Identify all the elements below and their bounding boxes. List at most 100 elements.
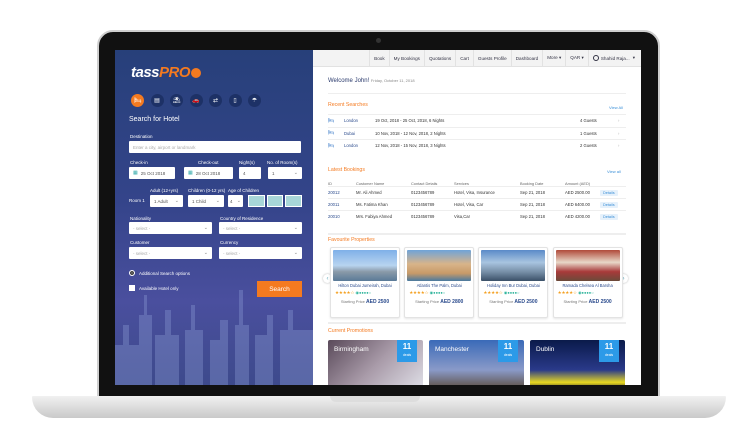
search-button[interactable]: Search [257, 281, 302, 297]
recent-search-row[interactable]: 🛏 London 19 Oct, 2018 - 25 Oct, 2018, 6 Ni… [328, 114, 626, 126]
customer-select[interactable]: - select - ⌄ [129, 247, 212, 259]
recent-dates: 12 Nov, 2018 - 15 Nov, 2018, 3 Nights [375, 143, 446, 148]
booking-id[interactable]: 20010 [328, 214, 356, 219]
visa-icon[interactable]: ▯ [228, 94, 242, 107]
available-only-label: Available Hotel only [139, 286, 179, 291]
property-card[interactable]: Atlantis The Palm, Dubai ★★★★☆ ◉●●●●○ Star… [404, 247, 475, 318]
favourites-title: Favourite Properties [328, 237, 375, 243]
app-screen: tassPRO 🛏 ▤ ⛱ 🚗 ⇄ ▯ ☂ Search for Hotel Destina… [115, 50, 641, 385]
checkout-input[interactable]: ▦ 28 Oct 2018 [184, 167, 233, 179]
recent-city[interactable]: Dubai [344, 131, 375, 136]
booking-date: Sep 21, 2018 [520, 190, 545, 195]
deal-count: 11 [402, 342, 412, 351]
deal-unit: deals [604, 353, 614, 357]
search-panel: tassPRO 🛏 ▤ ⛱ 🚗 ⇄ ▯ ☂ Search for Hotel Destina… [115, 50, 313, 385]
user-name: Shahid Raja... [600, 55, 630, 61]
promotion-city: Birmingham [334, 346, 369, 353]
property-card[interactable]: Holiday Inn Bur Dubai, Dubai ★★★★☆ ◉●●●●○… [478, 247, 549, 318]
services: Visa,Car [454, 214, 470, 219]
booking-id[interactable]: 20012 [328, 190, 356, 195]
nights-label: Night(s) [239, 160, 255, 165]
booking-id[interactable]: 20011 [328, 202, 356, 207]
nav-item[interactable]: My Bookings [388, 50, 424, 66]
rooms-label: No. of Room(s) [267, 160, 298, 165]
details-button[interactable]: Details [600, 189, 618, 196]
property-name[interactable]: Ramada Chelsea Al Barsha [554, 283, 622, 288]
property-name[interactable]: Holiday Inn Bur Dubai, Dubai [479, 283, 547, 288]
starting-price: Starting Price AED 2800 [405, 299, 473, 305]
adult-select[interactable]: 1 Adult ⌄ [150, 195, 183, 207]
booking-date: Sep 21, 2018 [520, 214, 545, 219]
recent-city[interactable]: London [344, 143, 375, 148]
deal-badge: 11 deals [498, 340, 518, 362]
divider [328, 322, 626, 324]
user-menu[interactable]: Shahid Raja... ▾ [587, 50, 641, 66]
nav-item[interactable]: Quotations [423, 50, 455, 66]
recent-search-row[interactable]: 🛏 Dubai 10 Nov, 2018 - 12 Nov, 2018, 2 Nig… [328, 126, 626, 139]
nav-item[interactable]: Guests Profile [472, 50, 511, 66]
chevron-right-icon: › [618, 130, 620, 136]
bookings-view-all-link[interactable]: View all [607, 169, 621, 174]
service-tabs: 🛏 ▤ ⛱ 🚗 ⇄ ▯ ☂ [131, 94, 261, 107]
promotion-card[interactable]: Birmingham 11 deals [328, 340, 423, 385]
insurance-icon[interactable]: ☂ [248, 94, 261, 107]
recent-search-row[interactable]: 🛏 London 12 Nov, 2018 - 15 Nov, 2018, 3 Ni… [328, 139, 626, 151]
promotion-city: Manchester [435, 346, 469, 353]
destination-input[interactable]: Enter a city, airport or landmark [129, 141, 301, 153]
residence-select[interactable]: - select - ⌄ [219, 222, 302, 234]
starting-price: Starting Price AED 2500 [331, 299, 399, 305]
age-select[interactable]: 4 ⌄ [228, 195, 243, 207]
hotel-icon[interactable]: 🛏 [131, 94, 144, 107]
property-name[interactable]: Atlantis The Palm, Dubai [405, 283, 473, 288]
rooms-select[interactable]: 1 ⌄ [268, 167, 302, 179]
column-header: Customer Name [356, 180, 385, 186]
car-icon[interactable]: 🚗 [189, 94, 203, 107]
nationality-select[interactable]: - select - ⌄ [129, 222, 212, 234]
nav-item[interactable]: Book [369, 50, 388, 66]
promotion-card[interactable]: Manchester 11 deals [429, 340, 524, 385]
available-only-checkbox[interactable] [129, 285, 135, 291]
amount: AED 2500.00 [565, 190, 590, 195]
promotion-card[interactable]: Dublin 11 deals [530, 340, 625, 385]
nights-input[interactable]: 4 [239, 167, 261, 179]
checkout-label: Check-out [198, 160, 219, 165]
camera [376, 38, 381, 43]
booking-row: 20012 Mr. Ali Ahmed 0123456789 Hotel, Visa,… [328, 186, 626, 198]
chevron-down-icon: ⌄ [203, 225, 208, 231]
property-name[interactable]: Hilton Dubai Jumeirah, Dubai [331, 283, 399, 288]
property-card[interactable]: Ramada Chelsea Al Barsha ★★★★☆ ◉●●●●○ Star… [552, 247, 623, 318]
transfer-icon[interactable]: ⇄ [209, 94, 222, 107]
property-image [555, 250, 620, 281]
property-card[interactable]: Hilton Dubai Jumeirah, Dubai ★★★★☆ ◉●●●●○… [330, 247, 400, 318]
recent-dates: 10 Nov, 2018 - 12 Nov, 2018, 2 Nights [375, 130, 446, 136]
price-value: AED 2800 [440, 299, 464, 305]
adult-label: Adult (12+yrs) [150, 188, 179, 193]
checkin-input[interactable]: ▦ 25 Oct 2018 [129, 167, 175, 179]
logo[interactable]: tassPRO [131, 64, 202, 81]
age-box[interactable] [248, 195, 265, 207]
nav-item[interactable]: QAR ▾ [565, 50, 588, 66]
child-select[interactable]: 1 Child ⌄ [188, 195, 224, 207]
age-box[interactable] [267, 195, 283, 207]
user-avatar-icon [592, 55, 599, 61]
currency-select[interactable]: - select - ⌄ [219, 247, 302, 259]
age-box[interactable] [285, 195, 302, 207]
top-nav: Book My Bookings Quotations Cart Guests Prof… [313, 50, 641, 67]
additional-options-radio[interactable] [129, 270, 135, 276]
nationality-label: Nationality [130, 216, 152, 221]
details-button[interactable]: Details [600, 201, 618, 208]
apartment-icon[interactable]: ▤ [150, 94, 164, 107]
starting-price: Starting Price AED 2500 [554, 299, 622, 305]
nav-item[interactable]: Dashboard [510, 50, 542, 66]
chevron-down-icon: ⌄ [293, 225, 298, 231]
recent-view-all-link[interactable]: View All [609, 105, 623, 110]
nav-item[interactable]: Cart [455, 50, 473, 66]
select-placeholder: - select - [133, 250, 151, 256]
holiday-icon[interactable]: ⛱ [170, 94, 183, 107]
recent-city[interactable]: London [344, 118, 375, 123]
nav-item[interactable]: More ▾ [542, 50, 565, 66]
column-header: Services [454, 180, 469, 186]
search-title: Search for Hotel [129, 116, 180, 123]
customer-name: Ms. Fatima Khan [356, 202, 388, 207]
details-button[interactable]: Details [600, 213, 618, 220]
